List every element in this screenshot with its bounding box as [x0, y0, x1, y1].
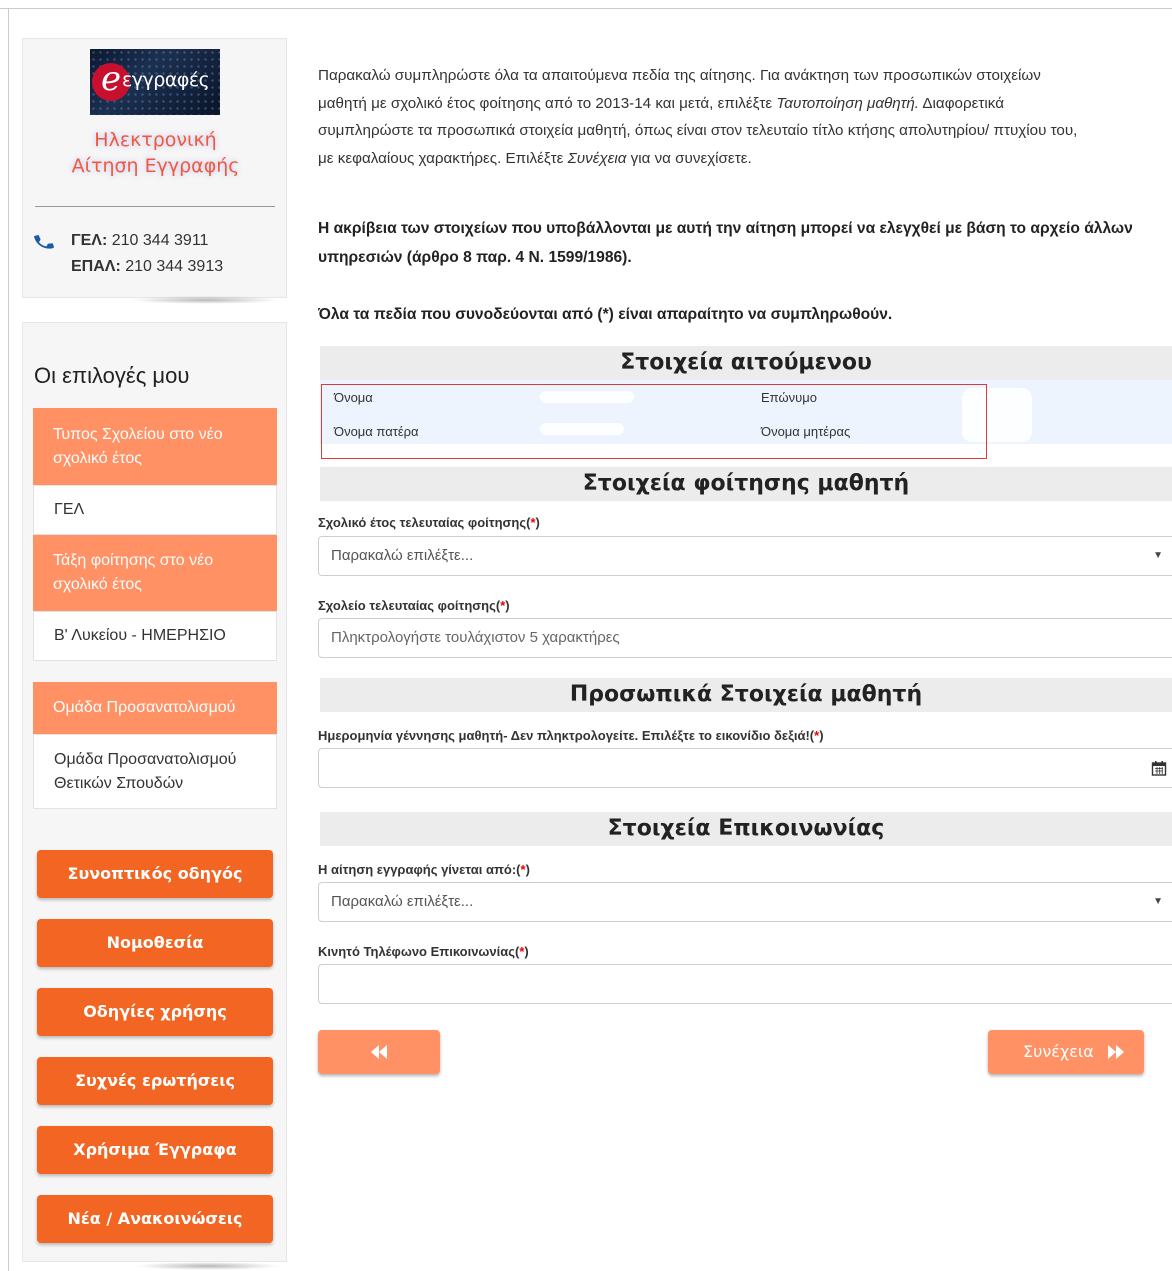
intro-line: συμπληρώστε τα προσωπικά στοιχεία μαθητή…	[318, 122, 1078, 139]
phone-icon	[34, 235, 54, 249]
top-border	[0, 8, 1172, 9]
faq-button[interactable]: Συχνές ερωτήσεις	[37, 1057, 273, 1105]
caret-down-icon: ▼	[1153, 896, 1163, 907]
continue-button-label: Συνέχεια	[1023, 1042, 1094, 1061]
my-options-card: Οι επιλογές μου Τυπος Σχολείου στο νέο σ…	[22, 322, 287, 1262]
user-guide-button[interactable]: Οδηγίες χρήσης	[37, 988, 273, 1036]
fast-forward-icon	[1108, 1045, 1124, 1059]
section-attendance-header: Στοιχεία φοίτησης μαθητή	[320, 467, 1172, 501]
last-year-select[interactable]: Παρακαλώ επιλέξτε... ▼	[318, 536, 1172, 576]
applicant-type-label: Η αίτηση εγγραφής γίνεται από:(*)	[318, 862, 530, 877]
applicant-type-select-value: Παρακαλώ επιλέξτε...	[331, 893, 474, 910]
brand-card: e εγγραφές Ηλεκτρονική Αίτηση Εγγραφής Γ…	[22, 38, 287, 298]
eggrafes-logo[interactable]: e εγγραφές	[90, 49, 220, 115]
intro-line: μαθητή με σχολικό έτος φοίτησης από το 2…	[318, 94, 1004, 112]
option-class-header: Τάξη φοίτησης στο νέο σχολικό έτος	[33, 535, 277, 611]
last-year-select-value: Παρακαλώ επιλέξτε...	[331, 547, 474, 564]
intro-line: Παρακαλώ συμπληρώστε όλα τα απαιτούμενα …	[318, 67, 1041, 84]
section-contact-header: Στοιχεία Επικοινωνίας	[320, 812, 1172, 846]
mobile-phone-input[interactable]	[318, 964, 1172, 1004]
last-school-placeholder: Πληκτρολογήστε τουλάχιστον 5 χαρακτήρες	[331, 629, 620, 646]
highlight-box	[321, 384, 987, 459]
last-school-label: Σχολείο τελευταίας φοίτησης(*)	[318, 598, 510, 613]
divider	[35, 206, 275, 207]
news-button[interactable]: Νέα / Ανακοινώσεις	[37, 1195, 273, 1243]
logo-text: εγγραφές	[122, 69, 210, 91]
section-personal-header: Προσωπικά Στοιχεία μαθητή	[320, 678, 1172, 712]
phone-numbers: ΓΕΛ: 210 344 3911 ΕΠΑΛ: 210 344 3913	[71, 228, 223, 280]
last-school-input[interactable]: Πληκτρολογήστε τουλάχιστον 5 χαρακτήρες	[318, 618, 1172, 658]
option-orientation-value: Ομάδα Προσανατολισμού Θετικών Σπουδών	[33, 734, 277, 809]
option-school-type-header: Τυπος Σχολείου στο νέο σχολικό έτος	[33, 408, 277, 485]
fast-backward-icon	[371, 1045, 387, 1059]
intro-line: με κεφαλαίους χαρακτήρες. Επιλέξτε Συνέχ…	[318, 149, 752, 167]
phone-epal: 210 344 3913	[125, 258, 224, 275]
applicant-type-select[interactable]: Παρακαλώ επιλέξτε... ▼	[318, 882, 1172, 922]
birthdate-label: Ημερομηνία γέννησης μαθητή- Δεν πληκτρολ…	[318, 728, 824, 743]
calendar-icon[interactable]	[1151, 760, 1167, 776]
card-shadow	[135, 1262, 280, 1270]
phone-gel: 210 344 3911	[111, 232, 209, 249]
phone-gel-label: ΓΕΛ:	[71, 232, 108, 249]
quick-guide-button[interactable]: Συνοπτικός οδηγός	[37, 850, 273, 898]
identify-student-emphasis: Ταυτοποίηση μαθητή.	[776, 94, 920, 112]
accuracy-warning: Η ακρίβεια των στοιχείων που υποβάλλοντα…	[318, 220, 1133, 266]
back-button[interactable]	[318, 1030, 440, 1074]
brand-subtitle-line1: Ηλεκτρονική	[94, 129, 217, 151]
useful-documents-button[interactable]: Χρήσιμα Έγγραφα	[37, 1126, 273, 1174]
required-fields-note: Όλα τα πεδία που συνοδεύονται από (*) εί…	[318, 306, 893, 323]
continue-emphasis: Συνέχεια	[567, 149, 627, 167]
card-shadow	[130, 296, 280, 304]
option-school-type-value: ΓΕΛ	[33, 485, 277, 535]
caret-down-icon: ▼	[1153, 550, 1163, 561]
brand-subtitle-line2: Αίτηση Εγγραφής	[71, 155, 240, 177]
phone-epal-label: ΕΠΑΛ:	[71, 258, 121, 275]
birthdate-input[interactable]	[318, 748, 1172, 788]
intro-paragraph: Παρακαλώ συμπληρώστε όλα τα απαιτούμενα …	[318, 62, 1172, 172]
mobile-phone-label: Κινητό Τηλέφωνο Επικοινωνίας(*)	[318, 944, 529, 959]
last-year-label: Σχολικό έτος τελευταίας φοίτησης(*)	[318, 515, 540, 530]
brand-subtitle: Ηλεκτρονική Αίτηση Εγγραφής	[23, 127, 288, 179]
continue-button[interactable]: Συνέχεια	[988, 1030, 1144, 1074]
option-class-value: Β' Λυκείου - ΗΜΕΡΗΣΙΟ	[33, 611, 277, 661]
left-border	[8, 8, 9, 1271]
my-options-title: Οι επιλογές μου	[34, 363, 190, 388]
legislation-button[interactable]: Νομοθεσία	[37, 919, 273, 967]
option-orientation-header: Ομάδα Προσανατολισμού	[33, 682, 277, 734]
section-applicant-header: Στοιχεία αιτούμενου	[320, 346, 1172, 380]
